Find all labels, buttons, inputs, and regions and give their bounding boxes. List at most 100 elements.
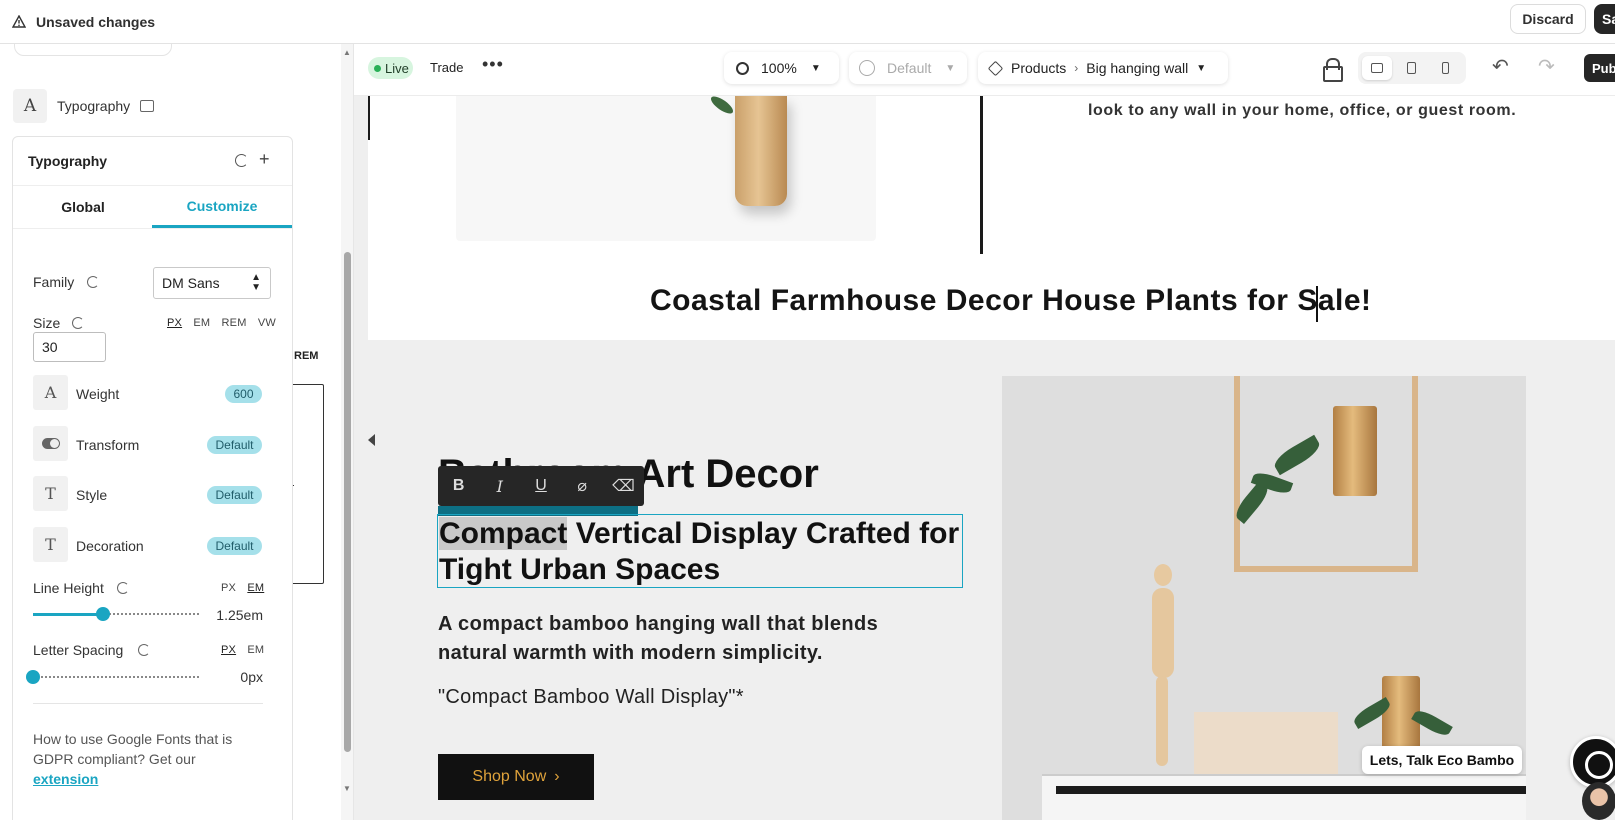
- letter-spacing-reset-icon[interactable]: [138, 644, 150, 656]
- tablet-icon: [1406, 62, 1416, 74]
- letter-a-icon: A: [13, 89, 47, 123]
- unit-px[interactable]: PX: [167, 317, 182, 329]
- line-height-slider-fill: [33, 613, 103, 616]
- letter-spacing-slider-knob[interactable]: [26, 670, 40, 684]
- plus-icon[interactable]: +: [259, 149, 270, 170]
- desktop-view-button[interactable]: [1362, 56, 1392, 80]
- desktop-icon[interactable]: [140, 100, 155, 112]
- unsaved-changes-label: Unsaved changes: [36, 13, 156, 30]
- chat-prompt-label[interactable]: Lets, Talk Eco Bambo: [1362, 746, 1522, 774]
- weight-icon: A: [33, 375, 68, 410]
- shop-now-button[interactable]: Shop Now ›: [438, 754, 594, 800]
- trade-label[interactable]: Trade: [430, 60, 463, 75]
- eraser-icon[interactable]: ⌫: [603, 476, 644, 496]
- zoom-select[interactable]: 100% ▼: [724, 52, 839, 84]
- typography-section-label: Typography: [57, 98, 131, 114]
- letter-spacing-slider[interactable]: [26, 670, 199, 684]
- text-caret: [1316, 286, 1318, 322]
- avatar[interactable]: [1582, 782, 1615, 820]
- unit-rem[interactable]: REM: [222, 317, 247, 329]
- top-bar: Unsaved changes Discard Sa: [0, 0, 1615, 44]
- sidebar-scrollbar[interactable]: ▲ ▼: [341, 44, 353, 820]
- unit-px[interactable]: PX: [221, 644, 236, 656]
- bamboo-shape: [735, 96, 787, 206]
- product-image[interactable]: [456, 93, 876, 241]
- reset-icon[interactable]: [235, 154, 248, 167]
- line-height-value: 1.25em: [216, 607, 263, 623]
- bold-icon[interactable]: B: [438, 477, 479, 495]
- line-height-slider-knob[interactable]: [95, 607, 110, 621]
- more-horizontal-icon[interactable]: •••: [482, 54, 504, 75]
- typography-tabs: Global Customize: [13, 185, 292, 229]
- chevron-down-icon: ▼: [810, 62, 821, 74]
- live-status-badge: Live: [368, 57, 413, 79]
- line-height-slider[interactable]: [33, 607, 199, 621]
- font-size-input[interactable]: 30: [33, 332, 106, 362]
- letter-spacing-value: 0px: [240, 669, 263, 685]
- unit-vw[interactable]: VW: [258, 317, 276, 329]
- storage-box-shape: [1194, 712, 1338, 774]
- scroll-up-icon[interactable]: ▲: [343, 48, 351, 57]
- bamboo-vase-shape: [1333, 406, 1377, 496]
- line-height-reset-icon[interactable]: [117, 582, 129, 594]
- weight-badge[interactable]: 600: [225, 385, 262, 403]
- breadcrumb[interactable]: Products › Big hanging wall ▼: [978, 52, 1228, 84]
- collapse-left-icon[interactable]: [368, 434, 375, 446]
- shop-now-label: Shop Now: [472, 768, 547, 785]
- discard-button[interactable]: Discard: [1510, 4, 1586, 34]
- tab-customize[interactable]: Customize: [152, 186, 292, 228]
- redo-icon[interactable]: ↷: [1538, 54, 1555, 79]
- product-quote[interactable]: "Compact Bamboo Wall Display"*: [438, 686, 744, 709]
- unit-px[interactable]: PX: [221, 582, 236, 594]
- unit-em[interactable]: EM: [193, 317, 210, 329]
- font-family-select[interactable]: DM Sans ▲ ▼: [153, 267, 271, 299]
- product-paragraph[interactable]: A compact bamboo hanging wall that blend…: [438, 610, 908, 668]
- vertical-divider: [980, 96, 983, 254]
- unlock-icon[interactable]: [1323, 58, 1343, 82]
- editing-heading[interactable]: Compact Vertical Display Crafted for Tig…: [439, 516, 961, 588]
- table-shape: [1042, 774, 1526, 820]
- gdpr-help-text: How to use Google Fonts that is GDPR com…: [33, 729, 258, 789]
- settings-sidebar: A Typography REM Typography + Global Cus…: [0, 44, 354, 820]
- product-description-line[interactable]: look to any wall in your home, office, o…: [1088, 102, 1516, 120]
- family-label: Family: [33, 274, 75, 290]
- style-badge[interactable]: Default: [207, 486, 262, 504]
- typography-section-header[interactable]: A Typography: [13, 89, 155, 123]
- panel-divider: [33, 703, 263, 704]
- unit-em[interactable]: EM: [247, 644, 264, 656]
- extension-link[interactable]: extension: [33, 771, 98, 787]
- section-headline[interactable]: Coastal Farmhouse Decor House Plants for…: [650, 284, 1372, 318]
- line-height-units: PX EM: [213, 582, 264, 594]
- selected-text[interactable]: Compact: [439, 517, 568, 550]
- intro-section: look to any wall in your home, office, o…: [368, 93, 1615, 340]
- chat-icon[interactable]: [1570, 736, 1615, 788]
- undo-icon[interactable]: ↶: [1492, 54, 1509, 79]
- transform-badge[interactable]: Default: [207, 436, 262, 454]
- tab-global[interactable]: Global: [13, 186, 153, 228]
- save-button[interactable]: Sa: [1594, 4, 1615, 34]
- previous-control-fragment: [14, 44, 172, 56]
- size-reset-icon[interactable]: [72, 317, 84, 329]
- wooden-mannequin-shape: [1130, 548, 1200, 772]
- locale-select[interactable]: Default ▼: [849, 52, 967, 84]
- background-panel-fragment: [286, 384, 324, 584]
- decoration-badge[interactable]: Default: [207, 537, 262, 555]
- family-reset-icon[interactable]: [87, 276, 99, 288]
- decoration-label: Decoration: [76, 538, 144, 554]
- tablet-view-button[interactable]: [1396, 56, 1426, 80]
- scroll-down-icon[interactable]: ▼: [343, 784, 351, 793]
- device-switcher: [1358, 52, 1466, 84]
- tag-icon: [987, 60, 1004, 76]
- globe-icon: [859, 60, 875, 76]
- breadcrumb-current-page[interactable]: Big hanging wall: [1086, 60, 1188, 76]
- chevron-down-icon: ▼: [1196, 62, 1207, 74]
- breadcrumb-products[interactable]: Products: [1011, 60, 1066, 76]
- search-icon: [736, 61, 749, 75]
- underline-icon[interactable]: U: [520, 477, 561, 495]
- italic-icon[interactable]: I: [479, 477, 520, 496]
- link-icon[interactable]: ⌀: [562, 476, 603, 496]
- publish-button[interactable]: Pub: [1584, 54, 1615, 82]
- scrollbar-thumb[interactable]: [344, 252, 351, 752]
- unit-em[interactable]: EM: [247, 582, 264, 594]
- mobile-view-button[interactable]: [1430, 56, 1460, 80]
